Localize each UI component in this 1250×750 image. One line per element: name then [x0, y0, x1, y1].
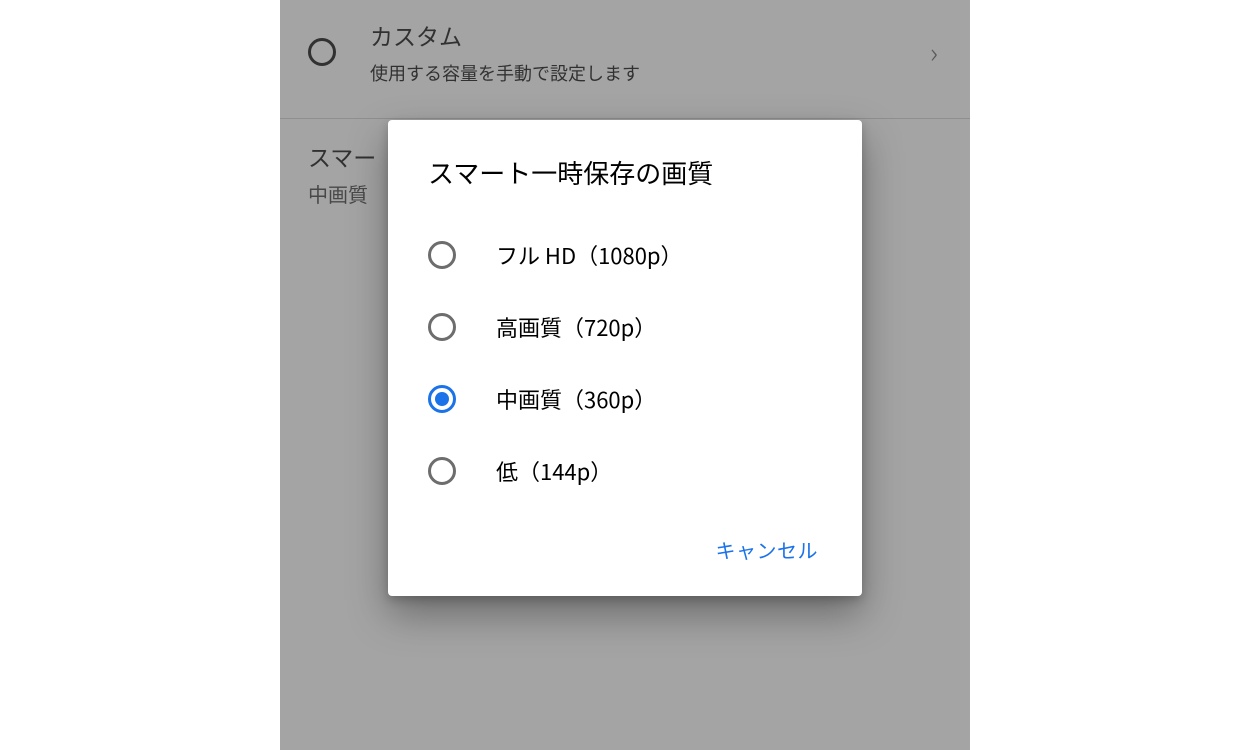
option-label: フル HD（1080p）: [496, 239, 683, 271]
option-144p[interactable]: 低（144p）: [388, 435, 862, 507]
option-720p[interactable]: 高画質（720p）: [388, 291, 862, 363]
radio-selected-icon: [428, 385, 456, 413]
option-360p[interactable]: 中画質（360p）: [388, 363, 862, 435]
radio-unselected-icon: [428, 457, 456, 485]
radio-unselected-icon: [428, 313, 456, 341]
dialog-title: スマート一時保存の画質: [388, 154, 862, 191]
option-label: 中画質（360p）: [496, 383, 656, 415]
option-1080p[interactable]: フル HD（1080p）: [388, 219, 862, 291]
cancel-button[interactable]: キャンセル: [704, 527, 831, 572]
dialog-actions: キャンセル: [388, 507, 862, 578]
radio-inner-dot-icon: [435, 392, 449, 406]
radio-unselected-icon: [428, 241, 456, 269]
quality-dialog: スマート一時保存の画質 フル HD（1080p） 高画質（720p） 中画質（3…: [388, 120, 862, 596]
option-label: 高画質（720p）: [496, 311, 656, 343]
option-label: 低（144p）: [496, 455, 612, 487]
